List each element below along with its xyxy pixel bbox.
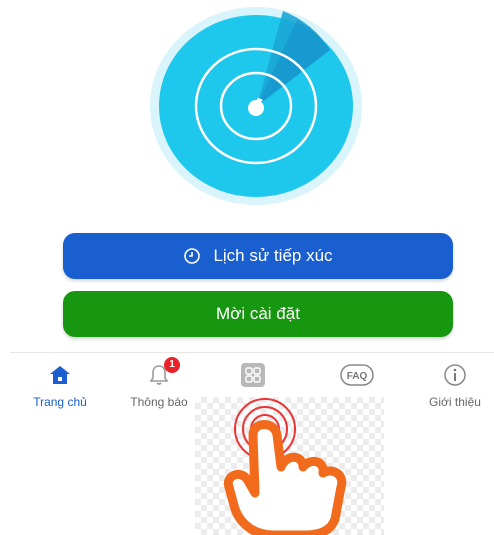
nav-divider <box>10 352 494 353</box>
invite-install-button[interactable]: Mời cài đặt <box>63 291 453 337</box>
grid-icon <box>241 363 265 387</box>
nav-item-faq[interactable]: FAQ <box>312 360 402 390</box>
nav-label-notifications: Thông báo <box>130 395 188 409</box>
nav-label-about: Giới thiệu <box>429 395 481 409</box>
notification-badge: 1 <box>164 357 180 373</box>
nav-item-menu[interactable] <box>208 360 298 390</box>
invite-install-label: Mời cài đặt <box>216 304 300 323</box>
nav-item-home[interactable]: Trang chủ <box>15 360 105 409</box>
tap-hint-overlay <box>195 397 384 535</box>
nav-item-about[interactable]: Giới thiệu <box>410 360 494 409</box>
nav-label-home: Trang chủ <box>33 395 87 409</box>
contact-history-label: Lịch sử tiếp xúc <box>213 246 333 265</box>
nav-item-notifications[interactable]: 1 Thông báo <box>114 357 204 409</box>
pointing-hand-icon <box>223 398 347 535</box>
radar-scan-graphic <box>150 7 362 205</box>
info-icon <box>444 364 466 386</box>
contact-history-button[interactable]: Lịch sử tiếp xúc <box>63 233 453 279</box>
home-icon <box>50 366 70 384</box>
svg-text:FAQ: FAQ <box>347 371 368 382</box>
clock-icon <box>184 248 201 264</box>
faq-icon: FAQ <box>340 364 374 386</box>
